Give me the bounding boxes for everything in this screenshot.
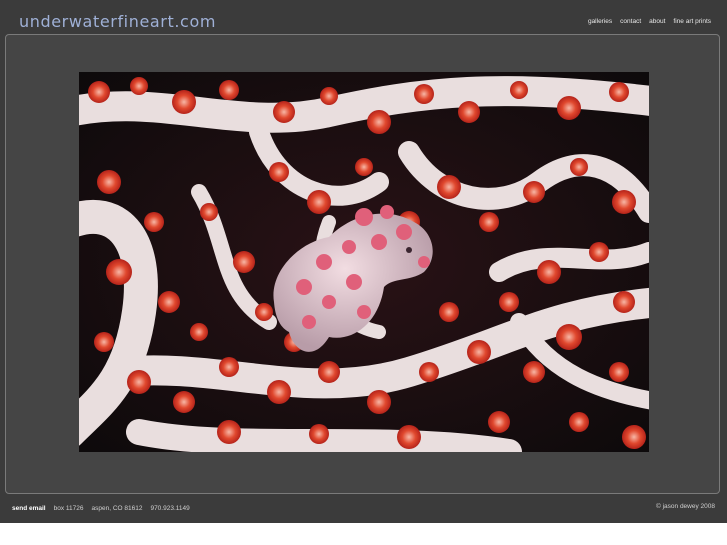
featured-photo[interactable] bbox=[79, 72, 649, 452]
nav-contact[interactable]: contact bbox=[620, 18, 641, 25]
nav-galleries[interactable]: galleries bbox=[588, 18, 612, 25]
nav-fine-art-prints[interactable]: fine art prints bbox=[673, 18, 711, 25]
site-title-link[interactable]: underwaterfineart.com bbox=[19, 12, 216, 31]
copyright: © jason dewey 2008 bbox=[656, 503, 715, 510]
footer-box: box 11726 bbox=[53, 505, 84, 512]
nav-about[interactable]: about bbox=[649, 18, 665, 25]
page-background: underwaterfineart.com galleries contact … bbox=[0, 0, 727, 523]
footer-phone: 970.923.1149 bbox=[150, 505, 190, 512]
top-navigation: galleries contact about fine art prints bbox=[588, 18, 711, 25]
footer-contact: send email box 11726 aspen, CO 81612 970… bbox=[12, 505, 190, 512]
pygmy-seahorse-coral-image bbox=[79, 72, 649, 452]
send-email-link[interactable]: send email bbox=[12, 505, 46, 512]
footer-city: aspen, CO 81612 bbox=[91, 505, 143, 512]
